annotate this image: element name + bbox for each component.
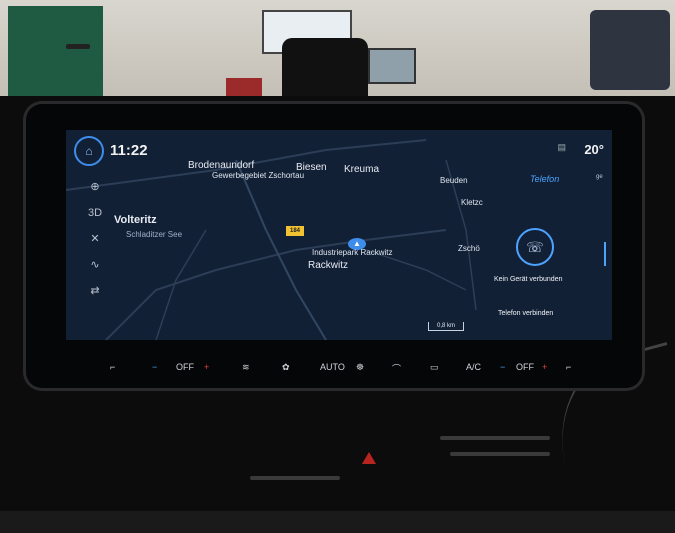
door [8, 6, 103, 106]
map-label-wolteritz: Volteritz [114, 214, 157, 226]
heated-screen-icon[interactable]: ≋ [242, 362, 250, 373]
defrost-front-icon[interactable]: ⌒ [392, 362, 401, 375]
auto-button[interactable]: AUTO [320, 362, 345, 372]
map-label-gewerbegebiet: Gewerbegebiet Zschortau [212, 171, 305, 180]
panel-scrollbar[interactable] [604, 242, 606, 266]
temp-left-up-button[interactable]: + [204, 362, 209, 372]
air-vent [250, 476, 340, 480]
temp-right-up-button[interactable]: + [542, 362, 547, 372]
tab-telefon[interactable]: Telefon [530, 174, 559, 184]
clock: 11:22 [110, 142, 148, 159]
route-icon[interactable]: ∿ [78, 254, 112, 276]
climate-control-bar: ⌐ − OFF + ≋ ✿ AUTO ☸ ⌒ ▭ A/C − OFF + ⌐ [96, 356, 571, 386]
fan-icon[interactable]: ✿ [282, 362, 290, 373]
map-label-beuden: Beuden [440, 176, 468, 185]
hanging-jacket [590, 10, 670, 90]
map-label-kletz: Kletzc [461, 198, 483, 207]
door-handle [66, 44, 90, 49]
air-vent [450, 452, 550, 456]
map-label-kreuma: Kreuma [344, 164, 380, 175]
seat-heat-right-icon[interactable]: ⌐ [566, 362, 571, 372]
map-label-zsch: Zschö [458, 244, 480, 253]
3d-view-icon[interactable]: 3D [78, 202, 112, 224]
map-label-biesen: Biesen [296, 162, 327, 173]
home-button[interactable]: ⌂ [74, 136, 104, 166]
phone-panel: Telefon ge ☏ Kein Gerät verbunden Telefo… [484, 158, 612, 340]
navigation-icon[interactable]: ⊕ [78, 176, 112, 198]
map-label-brodenaundorf: Brodenaundorf [188, 160, 255, 171]
temp-left-off[interactable]: OFF [176, 362, 194, 372]
steering-heat-icon[interactable]: ☸ [356, 362, 364, 373]
office-chair [282, 38, 368, 98]
temp-right-down-button[interactable]: − [500, 362, 505, 372]
seat-heat-left-icon[interactable]: ⌐ [110, 362, 115, 372]
map-label-industriepark: Industriepark Rackwitz [312, 248, 393, 257]
phone-icon: ☏ [526, 239, 544, 255]
ac-button[interactable]: A/C [466, 362, 481, 372]
phone-status-text: Kein Gerät verbunden [494, 276, 563, 283]
swap-icon[interactable]: ⇄ [78, 280, 112, 302]
red-box [226, 78, 262, 96]
air-vent [440, 436, 550, 440]
road-number-sign: 184 [286, 226, 304, 236]
map-scale: 0,8 km [428, 322, 464, 331]
map-label-schladitzer: Schladitzer See [126, 230, 183, 239]
connect-phone-button[interactable]: Telefon verbinden [498, 310, 553, 317]
signal-icon: ▤ [557, 142, 566, 152]
tab-next[interactable]: ge [596, 174, 603, 180]
map-sidebar: ⊕ 3D ✕ ∿ ⇄ [78, 176, 112, 306]
hazard-button[interactable] [362, 452, 376, 464]
expand-icon[interactable]: ✕ [78, 228, 112, 250]
temp-left-down-button[interactable]: − [152, 362, 157, 372]
laptop [368, 48, 416, 84]
temp-right-off[interactable]: OFF [516, 362, 534, 372]
map-label-rackwitz: Rackwitz [308, 260, 349, 271]
status-bar: ⌂ 11:22 ▤ 20° [66, 130, 612, 166]
defrost-rear-icon[interactable]: ▭ [430, 362, 439, 373]
outside-temperature: 20° [584, 142, 604, 157]
phone-button[interactable]: ☏ [516, 228, 554, 266]
home-icon: ⌂ [85, 144, 93, 158]
infotainment-screen: ⌂ 11:22 ▤ 20° ⊕ 3D ✕ ∿ ⇄ Brodenaundorf G… [66, 130, 612, 340]
